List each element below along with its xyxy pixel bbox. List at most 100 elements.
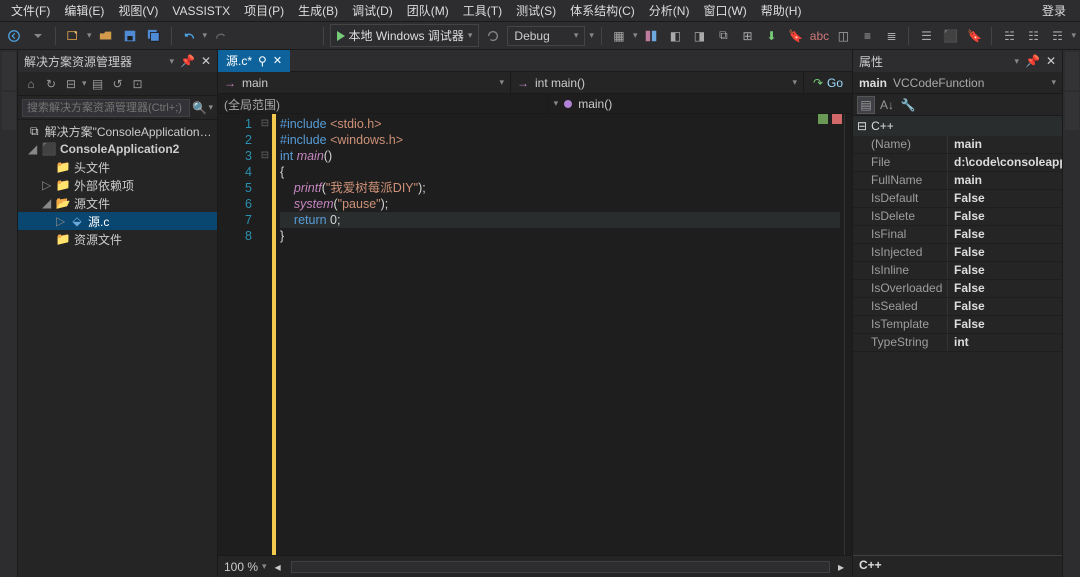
code-editor[interactable]: #include <stdio.h>#include <windows.h>in…: [276, 114, 844, 555]
resources-folder[interactable]: 📁资源文件: [18, 230, 217, 248]
project-node[interactable]: ◢⬛ConsoleApplication2: [18, 140, 217, 158]
new-project-icon[interactable]: [63, 26, 83, 46]
panel-dropdown-icon[interactable]: ▾: [169, 56, 174, 67]
tool-icon[interactable]: ▦: [609, 26, 629, 46]
menu-item[interactable]: 工具(T): [456, 0, 509, 21]
menu-item[interactable]: 视图(V): [111, 0, 165, 21]
save-all-icon[interactable]: [144, 26, 164, 46]
start-debug-button[interactable]: 本地 Windows 调试器 ▾: [330, 24, 480, 47]
nav-fwd-icon[interactable]: [28, 26, 48, 46]
prop-row[interactable]: IsInjectedFalse: [853, 244, 1062, 262]
go-button[interactable]: ↷Go: [804, 72, 852, 93]
tool5-icon[interactable]: ⧉: [713, 26, 733, 46]
home-icon[interactable]: ⌂: [22, 75, 40, 93]
solution-tree[interactable]: ⧉解决方案"ConsoleApplication2"(1 个 ◢⬛Console…: [18, 120, 217, 577]
sync-icon[interactable]: ↻: [42, 75, 60, 93]
prop-pages-icon[interactable]: 🔧: [899, 96, 917, 114]
pin-tab-icon[interactable]: ⚲: [258, 54, 267, 68]
menu-item[interactable]: 生成(B): [291, 0, 345, 21]
save-icon[interactable]: [120, 26, 140, 46]
alphabetical-icon[interactable]: A↓: [878, 96, 896, 114]
prop-row[interactable]: IsFinalFalse: [853, 226, 1062, 244]
explorer-search-input[interactable]: [22, 99, 190, 117]
menu-item[interactable]: 调试(D): [345, 0, 400, 21]
close-icon[interactable]: ✕: [201, 54, 211, 68]
properties-icon[interactable]: ⊡: [129, 75, 147, 93]
tool18-icon[interactable]: ☶: [1047, 26, 1067, 46]
external-folder[interactable]: ▷📁外部依赖项: [18, 176, 217, 194]
close-icon[interactable]: ✕: [1046, 54, 1056, 68]
prop-row[interactable]: IsDeleteFalse: [853, 208, 1062, 226]
file-tab[interactable]: 源.c* ⚲ ✕: [218, 50, 290, 72]
close-tab-icon[interactable]: ✕: [273, 54, 282, 67]
prop-row[interactable]: IsOverloadedFalse: [853, 280, 1062, 298]
config-dropdown[interactable]: Debug▾: [507, 26, 585, 46]
tool9-icon[interactable]: abc: [809, 26, 829, 46]
tool3-icon[interactable]: ◧: [665, 26, 685, 46]
tool4-icon[interactable]: ◨: [689, 26, 709, 46]
scrollbar[interactable]: [844, 114, 852, 555]
prop-row[interactable]: FullNamemain: [853, 172, 1062, 190]
redo-icon[interactable]: [211, 26, 231, 46]
property-grid[interactable]: ⊟C++ (Name)mainFiled:\code\consoleappFul…: [853, 116, 1062, 555]
showall-icon[interactable]: ▤: [89, 75, 107, 93]
login-link[interactable]: 登录: [1032, 0, 1076, 21]
menu-item[interactable]: 窗口(W): [696, 0, 753, 21]
menu-item[interactable]: 体系结构(C): [563, 0, 642, 21]
tool10-icon[interactable]: ◫: [833, 26, 853, 46]
tool16-icon[interactable]: ☵: [999, 26, 1019, 46]
source-file-node[interactable]: ▷⬙源.c: [18, 212, 217, 230]
prop-row[interactable]: (Name)main: [853, 136, 1062, 154]
nav-back-icon[interactable]: [4, 26, 24, 46]
strip-item[interactable]: [1065, 92, 1079, 130]
tool8-icon[interactable]: 🔖: [785, 26, 805, 46]
search-icon[interactable]: 🔍: [190, 101, 208, 115]
tool17-icon[interactable]: ☷: [1023, 26, 1043, 46]
prop-row[interactable]: Filed:\code\consoleapp: [853, 154, 1062, 172]
scope-right[interactable]: ▾main(): [548, 94, 852, 113]
menu-item[interactable]: 项目(P): [237, 0, 291, 21]
menu-item[interactable]: VASSISTX: [165, 2, 237, 20]
strip-item[interactable]: [2, 92, 16, 130]
open-icon[interactable]: [96, 26, 116, 46]
undo-icon[interactable]: [179, 26, 199, 46]
tool11-icon[interactable]: ≡: [857, 26, 877, 46]
menu-item[interactable]: 测试(S): [509, 0, 563, 21]
pin-icon[interactable]: 📌: [180, 54, 195, 68]
nav-left[interactable]: →main▾: [218, 72, 511, 93]
tool7-icon[interactable]: ⬇: [761, 26, 781, 46]
horizontal-scrollbar[interactable]: [291, 561, 830, 573]
categorized-icon[interactable]: ▤: [857, 96, 875, 114]
menu-item[interactable]: 编辑(E): [57, 0, 111, 21]
tool15-icon[interactable]: 🔖: [964, 26, 984, 46]
menu-item[interactable]: 团队(M): [400, 0, 456, 21]
menu-item[interactable]: 文件(F): [4, 0, 57, 21]
refresh-tree-icon[interactable]: ↺: [109, 75, 127, 93]
tool13-icon[interactable]: ☰: [916, 26, 936, 46]
collapse-icon[interactable]: ⊟: [62, 75, 80, 93]
pin-icon[interactable]: 📌: [1025, 54, 1040, 68]
headers-folder[interactable]: 📁头文件: [18, 158, 217, 176]
tool2-icon[interactable]: [641, 26, 661, 46]
refresh-icon[interactable]: [483, 26, 503, 46]
tool12-icon[interactable]: ≣: [881, 26, 901, 46]
prop-object-selector[interactable]: main VCCodeFunction ▾: [853, 72, 1062, 94]
zoom-level[interactable]: 100 %▾: [224, 560, 267, 574]
solution-node[interactable]: ⧉解决方案"ConsoleApplication2"(1 个: [18, 122, 217, 140]
panel-dropdown-icon[interactable]: ▾: [1014, 56, 1019, 67]
menu-item[interactable]: 帮助(H): [754, 0, 809, 21]
prop-row[interactable]: TypeStringint: [853, 334, 1062, 352]
prop-row[interactable]: IsTemplateFalse: [853, 316, 1062, 334]
sources-folder[interactable]: ◢📂源文件: [18, 194, 217, 212]
tool14-icon[interactable]: ⬛: [940, 26, 960, 46]
scope-left[interactable]: (全局范围): [218, 94, 548, 113]
prop-row[interactable]: IsDefaultFalse: [853, 190, 1062, 208]
tool6-icon[interactable]: ⊞: [737, 26, 757, 46]
strip-item[interactable]: [1065, 52, 1079, 90]
fold-gutter[interactable]: ⊟ ⊟: [258, 114, 272, 555]
menu-item[interactable]: 分析(N): [642, 0, 697, 21]
prop-row[interactable]: IsSealedFalse: [853, 298, 1062, 316]
prop-category[interactable]: ⊟C++: [853, 116, 1062, 136]
strip-item[interactable]: [2, 52, 16, 90]
nav-right[interactable]: →int main()▾: [511, 72, 804, 93]
